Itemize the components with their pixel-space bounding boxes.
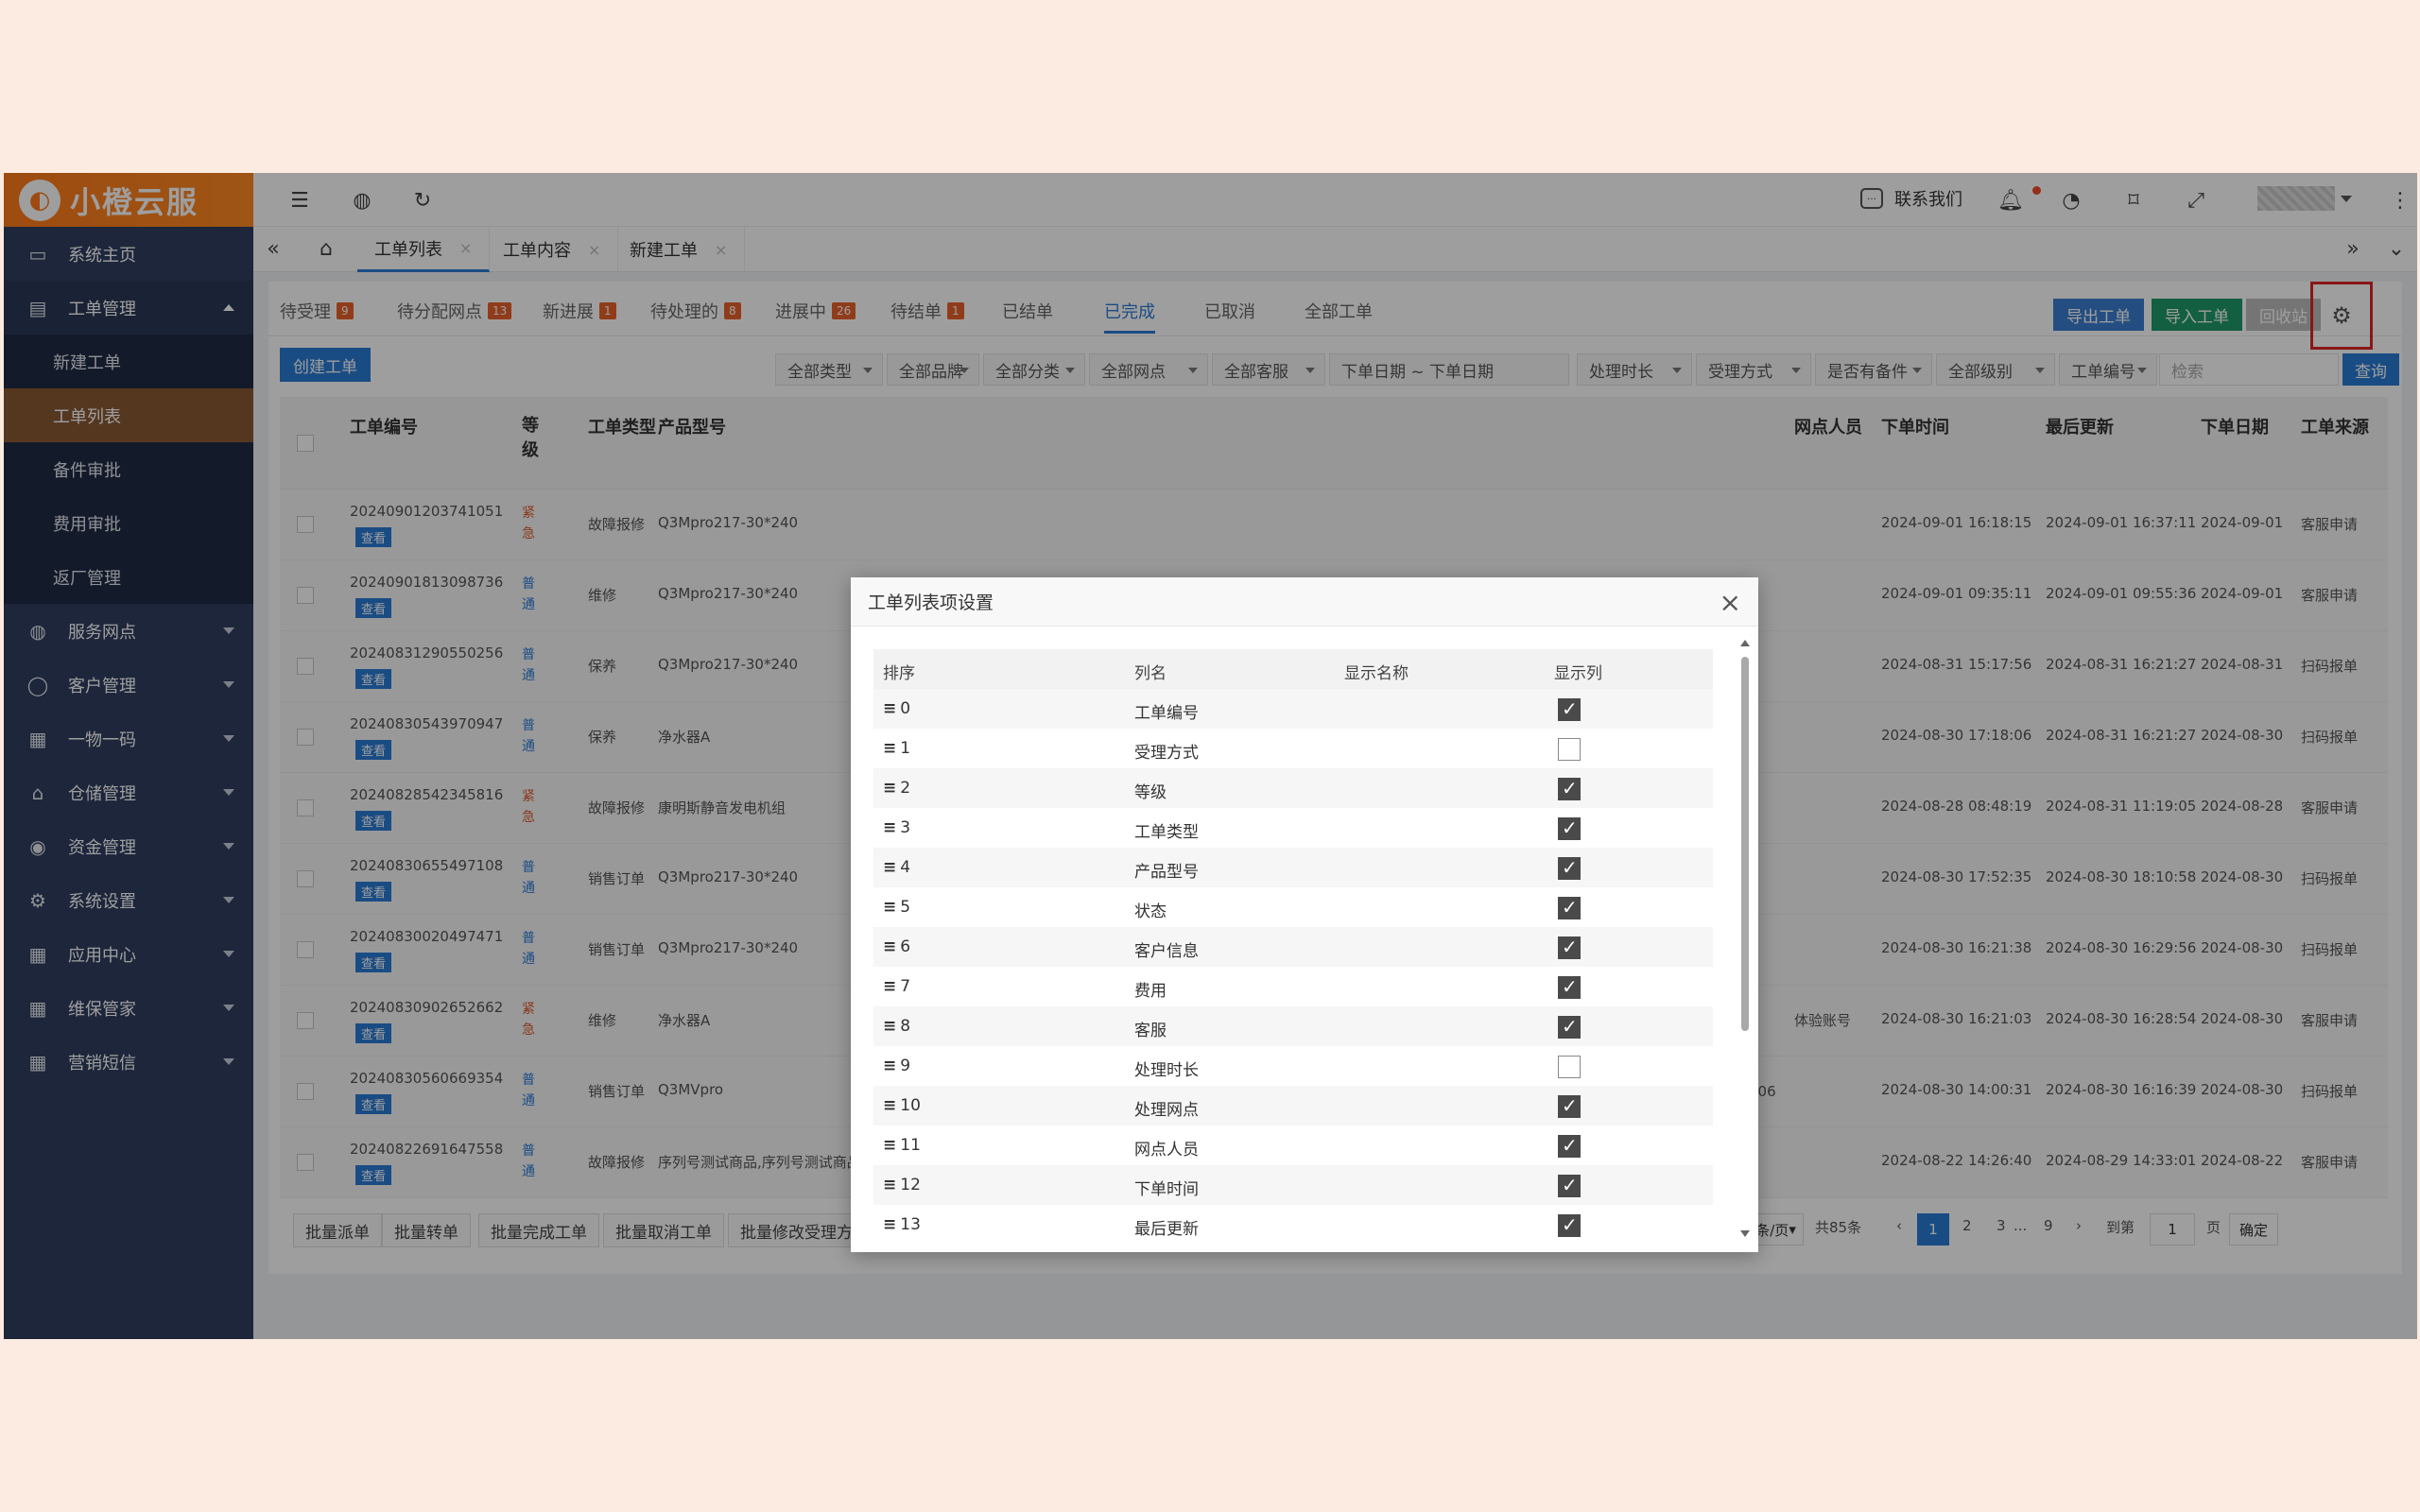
row-index: 3 [900,818,911,837]
settings-row[interactable]: ≡ 12 下单时间 [873,1165,1713,1205]
show-column-checkbox[interactable] [1558,816,1581,840]
row-index: 7 [900,977,911,996]
show-column-checkbox[interactable] [1558,975,1581,999]
settings-row[interactable]: ≡ 7 费用 [873,967,1713,1006]
show-column-checkbox[interactable] [1558,1094,1581,1118]
settings-table-header: 排序 列名 显示名称 显示列 [873,649,1713,689]
settings-row[interactable]: ≡ 6 客户信息 [873,927,1713,967]
row-order: ≡ 0 [883,699,910,718]
row-index: 9 [900,1057,911,1075]
column-name: 处理时长 [1134,1061,1199,1080]
row-order: ≡ 8 [883,1017,910,1036]
row-index: 0 [900,699,911,718]
column-name: 等级 [1134,783,1167,802]
column-settings-table: 排序 列名 显示名称 显示列 ≡0工单编号≡1受理方式≡2等级≡3工单类型≡4产… [873,649,1713,1245]
row-order: ≡ 13 [883,1215,921,1234]
column-name: 工单类型 [1134,823,1199,842]
drag-handle-icon[interactable]: ≡ [883,977,896,996]
column-name: 状态 [1134,902,1167,921]
drag-handle-icon[interactable]: ≡ [883,1136,896,1155]
show-column-checkbox[interactable] [1558,856,1581,880]
scroll-down-icon[interactable] [1740,1230,1750,1237]
show-column-checkbox[interactable] [1558,697,1581,721]
column-name: 最后更新 [1134,1220,1199,1239]
show-column-checkbox[interactable] [1558,1056,1581,1078]
settings-row[interactable]: ≡ 8 客服 [873,1006,1713,1046]
column-name: 下单时间 [1134,1180,1199,1199]
row-index: 2 [900,779,911,798]
column-name: 网点人员 [1134,1141,1199,1160]
settings-row[interactable]: ≡ 0 工单编号 [873,689,1713,729]
column-name: 客服 [1134,1022,1167,1040]
drag-handle-icon[interactable]: ≡ [883,937,896,956]
row-order: ≡ 6 [883,937,910,956]
drag-handle-icon[interactable]: ≡ [883,699,896,718]
drag-handle-icon[interactable]: ≡ [883,898,896,917]
settings-row[interactable]: ≡ 3 工单类型 [873,808,1713,848]
settings-row[interactable]: ≡ 10 处理网点 [873,1086,1713,1125]
scrollbar-thumb[interactable] [1741,657,1749,1031]
drag-handle-icon[interactable]: ≡ [883,1057,896,1075]
show-column-checkbox[interactable] [1558,738,1581,761]
row-index: 13 [900,1215,921,1234]
row-index: 11 [900,1136,921,1155]
row-index: 6 [900,937,911,956]
show-column-checkbox[interactable] [1558,1134,1581,1158]
show-column-checkbox[interactable] [1558,896,1581,919]
col-show: 显示列 [1554,664,1602,683]
column-name: 受理方式 [1134,744,1199,763]
close-icon[interactable]: × [1720,587,1741,618]
row-order: ≡ 12 [883,1176,921,1194]
drag-handle-icon[interactable]: ≡ [883,1176,896,1194]
col-order: 排序 [883,664,915,683]
column-name: 工单编号 [1134,704,1199,723]
settings-row[interactable]: ≡ 13 最后更新 [873,1205,1713,1245]
column-name: 费用 [1134,982,1167,1001]
show-column-checkbox[interactable] [1558,777,1581,800]
row-index: 12 [900,1176,921,1194]
drag-handle-icon[interactable]: ≡ [883,858,896,877]
row-index: 5 [900,898,911,917]
drag-handle-icon[interactable]: ≡ [883,779,896,798]
row-order: ≡ 10 [883,1096,921,1115]
row-order: ≡ 2 [883,779,910,798]
modal-header: 工单列表项设置 [851,577,1758,627]
drag-handle-icon[interactable]: ≡ [883,739,896,758]
col-column-name: 列名 [1134,664,1167,683]
row-order: ≡ 11 [883,1136,921,1155]
row-index: 1 [900,739,911,758]
column-name: 处理网点 [1134,1101,1199,1120]
app-window: ◐ 小橙云服 ▭ 系统主页 ▤ 工单管理 新建工单 工单列表 备件审批 费用审批 返厂管理 ◍ 服务… [4,173,2417,1339]
settings-row[interactable]: ≡ 1 受理方式 [873,729,1713,768]
row-order: ≡ 1 [883,739,910,758]
drag-handle-icon[interactable]: ≡ [883,1215,896,1234]
row-order: ≡ 9 [883,1057,910,1075]
scroll-up-icon[interactable] [1740,640,1750,646]
modal-scrollbar[interactable] [1739,636,1751,1241]
row-index: 8 [900,1017,911,1036]
settings-row[interactable]: ≡ 11 网点人员 [873,1125,1713,1165]
row-order: ≡ 7 [883,977,910,996]
column-name: 客户信息 [1134,942,1199,961]
settings-row[interactable]: ≡ 5 状态 [873,887,1713,927]
settings-row[interactable]: ≡ 9 处理时长 [873,1046,1713,1086]
drag-handle-icon[interactable]: ≡ [883,1096,896,1115]
show-column-checkbox[interactable] [1558,936,1581,959]
show-column-checkbox[interactable] [1558,1015,1581,1039]
column-settings-modal: 工单列表项设置 × 排序 列名 显示名称 显示列 ≡0工单编号≡1受理方式≡2等… [851,577,1758,1252]
drag-handle-icon[interactable]: ≡ [883,818,896,837]
show-column-checkbox[interactable] [1558,1174,1581,1197]
row-order: ≡ 5 [883,898,910,917]
row-order: ≡ 4 [883,858,910,877]
show-column-checkbox[interactable] [1558,1213,1581,1237]
row-index: 10 [900,1096,921,1115]
column-name: 产品型号 [1134,863,1199,882]
col-display-name: 显示名称 [1344,664,1409,683]
modal-title: 工单列表项设置 [868,593,994,613]
drag-handle-icon[interactable]: ≡ [883,1017,896,1036]
settings-row[interactable]: ≡ 4 产品型号 [873,848,1713,887]
settings-row[interactable]: ≡ 2 等级 [873,768,1713,808]
row-order: ≡ 3 [883,818,910,837]
row-index: 4 [900,858,911,877]
